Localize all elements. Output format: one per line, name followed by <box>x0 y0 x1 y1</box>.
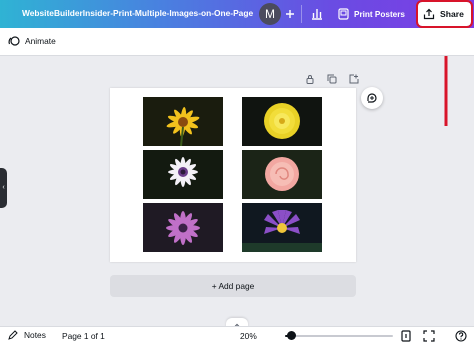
share-label: Share <box>440 9 464 19</box>
comment-button[interactable] <box>361 87 383 109</box>
document-title[interactable]: WebsiteBuilderInsider-Print-Multiple-Ima… <box>22 8 253 18</box>
side-panel-toggle[interactable]: ‹ <box>0 168 7 208</box>
yellow-dahlia-image[interactable] <box>242 97 322 146</box>
add-collaborator-button[interactable] <box>283 4 297 24</box>
flower-image <box>143 203 223 252</box>
zoom-slider-track[interactable] <box>285 335 393 337</box>
page-count-button[interactable] <box>400 330 412 342</box>
chevron-left-icon: ‹ <box>2 184 5 191</box>
plus-icon <box>286 10 294 18</box>
share-button[interactable]: Share <box>416 0 473 28</box>
purple-water-lily-image[interactable] <box>242 203 322 252</box>
insights-button[interactable] <box>306 4 328 24</box>
flower-image <box>242 150 322 199</box>
duplicate-icon[interactable] <box>327 71 337 84</box>
flower-image <box>143 150 223 199</box>
zoom-slider-handle[interactable] <box>286 331 296 340</box>
notes-button[interactable]: Notes <box>8 330 46 340</box>
purple-daisy-image[interactable] <box>143 203 223 252</box>
page-tools <box>305 71 359 84</box>
pink-rose-image[interactable] <box>242 150 322 199</box>
design-page[interactable] <box>110 88 356 262</box>
top-bar: WebsiteBuilderInsider-Print-Multiple-Ima… <box>0 0 474 28</box>
flower-image <box>242 97 322 146</box>
upload-icon <box>423 8 435 20</box>
poster-icon <box>338 8 349 20</box>
white-purple-daisy-image[interactable] <box>143 150 223 199</box>
flower-image <box>143 97 223 146</box>
notes-icon <box>8 330 18 340</box>
fullscreen-button[interactable] <box>423 330 435 342</box>
comment-add-icon <box>367 93 377 103</box>
page-indicator[interactable]: Page 1 of 1 <box>62 331 105 341</box>
animate-label: Animate <box>25 36 56 46</box>
yellow-daisy-image[interactable] <box>143 97 223 146</box>
print-posters-button[interactable]: Print Posters <box>332 3 410 25</box>
toolbar-divider <box>301 5 302 23</box>
help-button[interactable] <box>455 330 467 342</box>
flower-image <box>242 203 322 252</box>
help-icon <box>455 330 467 342</box>
secondary-toolbar: Animate <box>0 28 474 56</box>
zoom-level[interactable]: 20% <box>240 331 257 341</box>
bar-chart-icon <box>312 9 322 20</box>
avatar[interactable]: M <box>259 3 281 25</box>
lock-icon[interactable] <box>305 71 315 84</box>
bottom-bar: Notes Page 1 of 1 20% <box>0 326 474 342</box>
print-posters-label: Print Posters <box>354 9 405 19</box>
add-page-button[interactable]: + Add page <box>110 275 356 297</box>
page-count-icon <box>401 330 411 342</box>
fullscreen-icon <box>423 330 435 342</box>
add-page-icon[interactable] <box>349 71 359 84</box>
animate-button[interactable]: Animate <box>8 35 56 47</box>
notes-label: Notes <box>24 330 46 340</box>
animate-icon <box>8 36 20 46</box>
